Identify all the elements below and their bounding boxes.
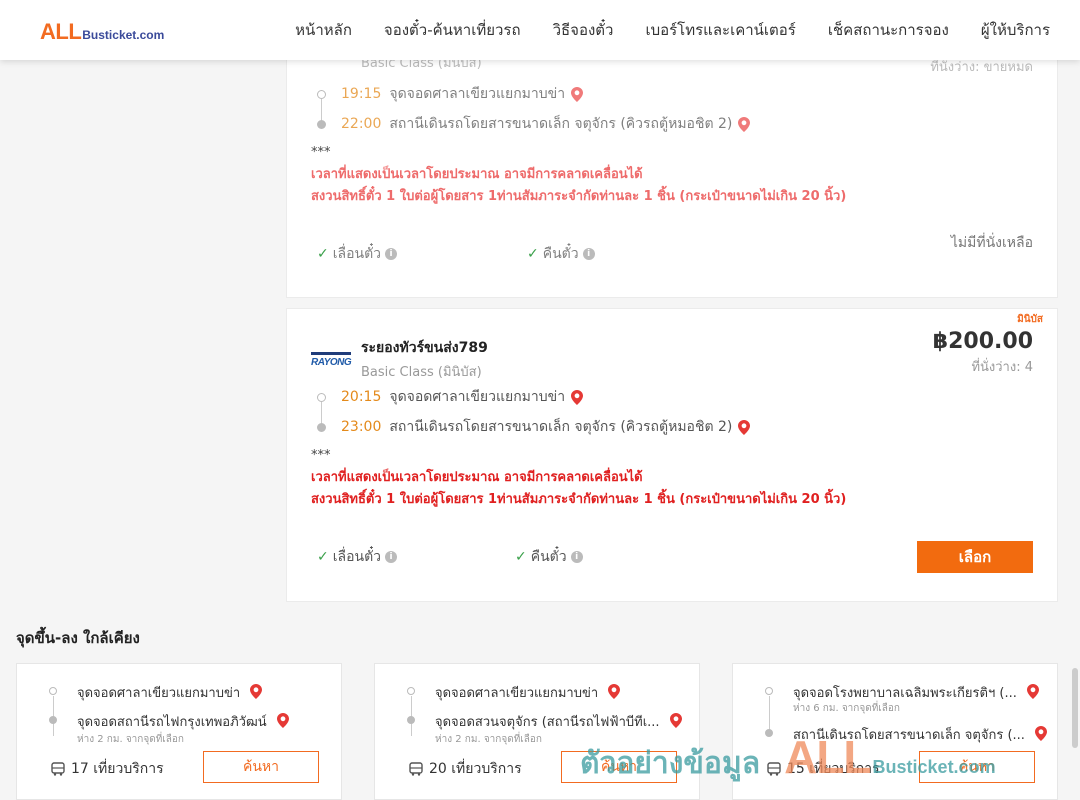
departure-stop: 20:15 จุดจอดศาลาเขียวแยกมาบข่า bbox=[311, 382, 750, 412]
trip-perks: ✓ เลื่อนตั๋ว i ✓ คืนตั๋ว i bbox=[317, 546, 725, 568]
operator-logo: RAYONG bbox=[311, 349, 352, 371]
nav-book-search[interactable]: จองตั๋ว-ค้นหาเที่ยวรถ bbox=[384, 18, 521, 42]
arrival-stop: 22:00 สถานีเดินรถโดยสารขนาดเล็ก จตุจักร … bbox=[311, 109, 751, 139]
perk-reschedule: ✓ เลื่อนตั๋ว i bbox=[317, 243, 527, 265]
map-pin-icon[interactable] bbox=[738, 419, 751, 435]
nearby-card: จุดจอดศาลาเขียวแยกมาบข่า จุดจอดสถานีรถไฟ… bbox=[16, 663, 342, 800]
nav-operators[interactable]: ผู้ให้บริการ bbox=[981, 18, 1050, 42]
check-icon: ✓ bbox=[515, 549, 527, 565]
main-nav: หน้าหลัก จองตั๋ว-ค้นหาเที่ยวรถ วิธีจองตั… bbox=[295, 0, 1050, 60]
check-icon: ✓ bbox=[317, 246, 329, 262]
nav-check-status[interactable]: เช็คสถานะการจอง bbox=[828, 18, 949, 42]
select-trip-button[interactable]: เลือก bbox=[917, 541, 1033, 573]
trip-notes: *** เวลาที่แสดงเป็นเวลาโดยประมาณ อาจมีกา… bbox=[311, 142, 846, 208]
operator-name: ระยองทัวร์ขนส่ง789 bbox=[361, 340, 488, 356]
map-pin-icon[interactable] bbox=[738, 116, 751, 132]
trip-card: Basic Class (มินิบัส) ที่นั่งว่าง: ขายหม… bbox=[286, 20, 1058, 298]
trip-timeline: 20:15 จุดจอดศาลาเขียวแยกมาบข่า 23:00 สถา… bbox=[311, 382, 751, 442]
bus-icon bbox=[767, 762, 781, 776]
info-icon[interactable]: i bbox=[385, 248, 398, 260]
price-box: ฿200.00 ที่นั่งว่าง: 4 bbox=[933, 329, 1033, 377]
notes-stars: *** bbox=[311, 145, 331, 160]
info-icon[interactable]: i bbox=[385, 551, 398, 563]
minibus-tag: มินิบัส bbox=[1017, 314, 1043, 325]
arrival-place: สถานีเดินรถโดยสารขนาดเล็ก จตุจักร (คิวรถ… bbox=[389, 116, 733, 132]
logo-busticket: Busticket.com bbox=[82, 28, 165, 42]
nearby-card: จุดจอดศาลาเขียวแยกมาบข่า จุดจอดสวนจตุจัก… bbox=[374, 663, 700, 800]
check-icon: ✓ bbox=[527, 246, 539, 262]
map-pin-icon[interactable] bbox=[1027, 684, 1040, 699]
bus-icon bbox=[51, 762, 65, 776]
map-pin-icon[interactable] bbox=[571, 86, 584, 102]
nav-how-to-book[interactable]: วิธีจองตั๋ว bbox=[553, 18, 614, 42]
notes-warning-time: เวลาที่แสดงเป็นเวลาโดยประมาณ อาจมีการคลา… bbox=[311, 167, 643, 182]
nearby-to-stop: จุดจอดสวนจตุจักร (สถานีรถไฟฟ้าบีทีเ... bbox=[405, 711, 682, 732]
logo-all: ALL bbox=[40, 19, 82, 44]
check-icon: ✓ bbox=[317, 549, 329, 565]
nearby-from-stop: จุดจอดศาลาเขียวแยกมาบข่า bbox=[47, 682, 263, 703]
map-pin-icon[interactable] bbox=[571, 389, 584, 405]
trip-count: 15 เที่ยวบริการ bbox=[767, 758, 880, 780]
info-icon[interactable]: i bbox=[570, 551, 583, 563]
nearby-search-button[interactable]: ค้นหา bbox=[919, 751, 1035, 783]
nearby-from-stop: จุดจอดศาลาเขียวแยกมาบข่า bbox=[405, 682, 621, 703]
nearby-to-stop: จุดจอดสถานีรถไฟกรุงเทพอภิวัฒน์ bbox=[47, 711, 289, 732]
nav-phone-counter[interactable]: เบอร์โทรและเคาน์เตอร์ bbox=[645, 18, 795, 42]
nearby-distance: ห่าง 6 กม. จากจุดที่เลือก bbox=[793, 703, 900, 714]
map-pin-icon[interactable] bbox=[669, 713, 682, 728]
nearby-search-button[interactable]: ค้นหา bbox=[561, 751, 677, 783]
nearby-distance: ห่าง 2 กม. จากจุดที่เลือก bbox=[77, 734, 184, 745]
map-pin-icon[interactable] bbox=[608, 684, 621, 699]
top-navbar: ALL Busticket.com หน้าหลัก จองตั๋ว-ค้นหา… bbox=[0, 0, 1080, 60]
nearby-from-stop: จุดจอดโรงพยาบาลเฉลิมพระเกียรติฯ (... bbox=[763, 682, 1040, 703]
trip-card: มินิบัส RAYONG ระยองทัวร์ขนส่ง789 Basic … bbox=[286, 308, 1058, 602]
trip-count: 20 เที่ยวบริการ bbox=[409, 758, 522, 780]
perk-reschedule: ✓ เลื่อนตั๋ว i bbox=[317, 546, 515, 568]
notes-warning-time: เวลาที่แสดงเป็นเวลาโดยประมาณ อาจมีการคลา… bbox=[311, 470, 643, 485]
departure-place: จุดจอดศาลาเขียวแยกมาบข่า bbox=[389, 389, 566, 405]
scrollbar-thumb[interactable] bbox=[1072, 668, 1078, 748]
notes-warning-luggage: สงวนสิทธิ์ตั๋ว 1 ใบต่อผู้โดยสาร 1ท่านสัม… bbox=[311, 189, 847, 204]
seats-available: ที่นั่งว่าง: 4 bbox=[971, 360, 1033, 375]
nearby-to-stop: สถานีเดินรถโดยสารขนาดเล็ก จตุจักร (... bbox=[763, 724, 1048, 745]
trip-perks: ✓ เลื่อนตั๋ว i ✓ คืนตั๋ว i bbox=[317, 243, 737, 265]
departure-stop: 19:15 จุดจอดศาลาเขียวแยกมาบข่า bbox=[311, 79, 750, 109]
site-logo[interactable]: ALL Busticket.com bbox=[40, 19, 164, 45]
arrival-time: 22:00 bbox=[341, 116, 382, 132]
ticket-price: ฿200.00 bbox=[932, 329, 1033, 354]
departure-time: 20:15 bbox=[341, 389, 382, 405]
nearby-card: จุดจอดโรงพยาบาลเฉลิมพระเกียรติฯ (... ห่า… bbox=[732, 663, 1058, 800]
map-pin-icon[interactable] bbox=[250, 684, 263, 699]
arrival-place: สถานีเดินรถโดยสารขนาดเล็ก จตุจักร (คิวรถ… bbox=[389, 419, 733, 435]
arrival-stop: 23:00 สถานีเดินรถโดยสารขนาดเล็ก จตุจักร … bbox=[311, 412, 751, 442]
arrival-time: 23:00 bbox=[341, 419, 382, 435]
bus-icon bbox=[409, 762, 423, 776]
departure-place: จุดจอดศาลาเขียวแยกมาบข่า bbox=[389, 86, 566, 102]
sold-out-status: ไม่มีที่นั่งเหลือ bbox=[950, 235, 1033, 251]
notes-stars: *** bbox=[311, 448, 331, 463]
departure-time: 19:15 bbox=[341, 86, 382, 102]
trip-timeline: 19:15 จุดจอดศาลาเขียวแยกมาบข่า 22:00 สถา… bbox=[311, 79, 751, 139]
map-pin-icon[interactable] bbox=[276, 713, 289, 728]
perk-refund: ✓ คืนตั๋ว i bbox=[527, 243, 737, 265]
perk-refund: ✓ คืนตั๋ว i bbox=[515, 546, 725, 568]
nearby-stops-heading: จุดขึ้น-ลง ใกล้เคียง bbox=[16, 629, 140, 647]
nearby-search-button[interactable]: ค้นหา bbox=[203, 751, 319, 783]
notes-warning-luggage: สงวนสิทธิ์ตั๋ว 1 ใบต่อผู้โดยสาร 1ท่านสัม… bbox=[311, 492, 847, 507]
trip-notes: *** เวลาที่แสดงเป็นเวลาโดยประมาณ อาจมีกา… bbox=[311, 445, 846, 511]
nearby-distance: ห่าง 2 กม. จากจุดที่เลือก bbox=[435, 734, 542, 745]
map-pin-icon[interactable] bbox=[1035, 726, 1048, 741]
bus-class: Basic Class (มินิบัส) bbox=[361, 365, 482, 380]
nav-home[interactable]: หน้าหลัก bbox=[295, 18, 352, 42]
trip-count: 17 เที่ยวบริการ bbox=[51, 758, 164, 780]
info-icon[interactable]: i bbox=[582, 248, 595, 260]
operator-row: RAYONG ระยองทัวร์ขนส่ง789 Basic Class (ม… bbox=[311, 337, 488, 382]
